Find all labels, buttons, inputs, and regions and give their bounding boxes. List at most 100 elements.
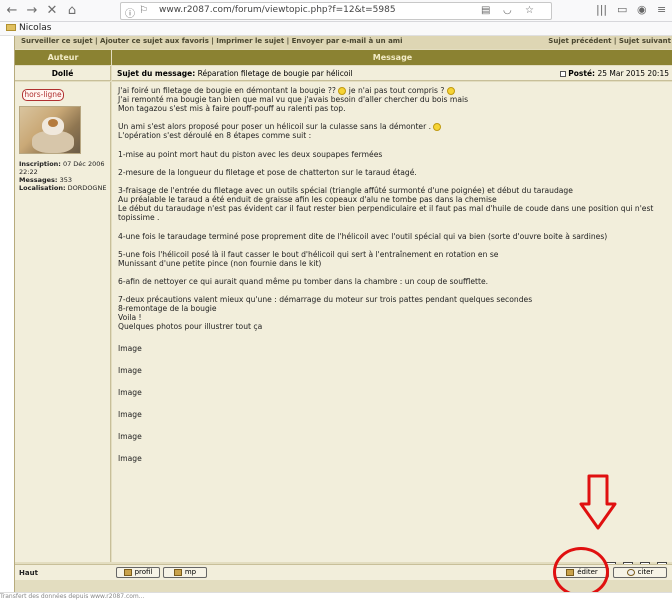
- red-arrow-annotation: [579, 474, 617, 530]
- pocket-icon[interactable]: ◡: [503, 5, 512, 16]
- bookmark-star-icon[interactable]: ☆: [525, 5, 534, 16]
- message-column-header: Message: [112, 50, 672, 65]
- pm-button[interactable]: mp: [163, 567, 207, 578]
- back-icon[interactable]: ←: [4, 3, 20, 19]
- post-line: 6-afin de nettoyer ce qui aurait quand m…: [118, 277, 668, 286]
- post-line-text: J'ai foiré un filetage de bougie en démo…: [118, 86, 339, 95]
- post-subject-row: Sujet du message: Réparation filetage de…: [112, 66, 672, 81]
- pm-icon: [173, 568, 182, 576]
- profile-button[interactable]: profil: [116, 567, 160, 578]
- post-line: 1-mise au point mort haut du piston avec…: [118, 150, 668, 159]
- post-line: 2-mesure de la longueur du filetage et p…: [118, 168, 668, 177]
- localisation-label: Localisation:: [19, 184, 66, 192]
- subject-label: Sujet du message:: [117, 69, 196, 78]
- post-line: Voila !: [118, 313, 668, 322]
- post-line: [118, 113, 668, 122]
- post-line-text: je n'ai pas tout compris ?: [346, 86, 447, 95]
- post-line-text: Quelques photos pour illustrer tout ça: [118, 322, 263, 332]
- post-line: J'ai foiré un filetage de bougie en démo…: [118, 86, 668, 95]
- image-placeholder[interactable]: Image: [118, 448, 668, 470]
- post-line-text: 6-afin de nettoyer ce qui aurait quand m…: [118, 276, 489, 286]
- messages-label: Messages:: [19, 176, 58, 184]
- folder-icon: [6, 24, 16, 31]
- tracking-icon[interactable]: ⚐: [139, 5, 148, 16]
- post-line-text: Au préalable le taraud a été enduit de g…: [118, 195, 497, 205]
- image-placeholder[interactable]: Image: [118, 404, 668, 426]
- reader-icon[interactable]: ▤: [481, 5, 490, 16]
- menu-icon[interactable]: ≡: [657, 3, 666, 16]
- post-line-text: J'ai remonté ma bougie tan bien que mal …: [118, 95, 469, 105]
- browser-toolbar: ← → ✕ ⌂ ⓘ ⚐ www.r2087.com/forum/viewtopi…: [0, 0, 672, 22]
- author-column-header: Auteur: [15, 50, 111, 65]
- info-icon[interactable]: ⓘ: [125, 5, 135, 20]
- post-author-name[interactable]: Dollé: [15, 66, 111, 81]
- profile-icon: [123, 568, 132, 576]
- post-line-text: Munissant d'une petite pince (non fourni…: [118, 258, 322, 268]
- post-line: [118, 241, 668, 250]
- post-line-text: 5-une fois l'hélicoil posé là il faut ca…: [118, 249, 499, 259]
- forward-icon[interactable]: →: [24, 3, 40, 19]
- smiley-icon: [446, 87, 455, 95]
- post-line-text: 2-mesure de la longueur du filetage et p…: [118, 167, 417, 177]
- red-circle-annotation: [553, 547, 609, 597]
- bookmarks-bar: Nicolas: [0, 22, 672, 36]
- sidebar-icon[interactable]: ▭: [617, 3, 627, 16]
- post-line: 7-deux précautions valent mieux qu'une :…: [118, 295, 668, 304]
- post-line-text: 1-mise au point mort haut du piston avec…: [118, 149, 383, 159]
- topic-actions-bar: Surveiller ce sujet | Ajouter ce sujet a…: [15, 36, 672, 49]
- home-icon[interactable]: ⌂: [64, 3, 80, 19]
- post-line-text: Le début du taraudage n'est pas évident …: [118, 204, 656, 223]
- post-line-text: L'opération s'est déroulé en 8 étapes co…: [118, 131, 312, 141]
- post-line: J'ai remonté ma bougie tan bien que mal …: [118, 95, 668, 104]
- localisation-value: DORDOGNE: [67, 184, 107, 192]
- post-line-text: Voila !: [118, 313, 142, 323]
- image-placeholder[interactable]: Image: [118, 360, 668, 382]
- author-info: Inscription: 07 Déc 2006 22:22 Messages:…: [19, 160, 109, 192]
- posted-label: Posté:: [568, 69, 596, 78]
- posted-date-value: 25 Mar 2015 20:15: [597, 69, 669, 78]
- post-subject: Réparation filetage de bougie par hélico…: [197, 69, 353, 78]
- address-bar[interactable]: ⓘ ⚐ www.r2087.com/forum/viewtopic.php?f=…: [120, 2, 552, 20]
- forum-page: Surveiller ce sujet | Ajouter ce sujet a…: [14, 36, 672, 592]
- post-line: 5-une fois l'hélicoil posé là il faut ca…: [118, 250, 668, 259]
- bookmark-folder[interactable]: Nicolas: [6, 23, 51, 33]
- post-line: [118, 286, 668, 295]
- post-line: Un ami s'est alors proposé pour poser un…: [118, 122, 668, 132]
- post-line: Quelques photos pour illustrer tout ça: [118, 322, 668, 331]
- image-placeholder[interactable]: Image: [118, 338, 668, 360]
- post-line: [118, 177, 668, 186]
- post-body: J'ai foiré un filetage de bougie en démo…: [118, 86, 668, 470]
- post-line-text: 3-fraisage de l'entrée du filetage avec …: [118, 186, 573, 196]
- post-line-text: Un ami s'est alors proposé pour poser un…: [118, 122, 434, 132]
- account-icon[interactable]: ◉: [637, 3, 647, 16]
- back-to-top-link[interactable]: Haut: [19, 569, 38, 577]
- post-line: 4-une fois le taraudage terminé pose pro…: [118, 232, 668, 241]
- post-line: [118, 141, 668, 150]
- stop-loading-icon[interactable]: ✕: [44, 3, 60, 19]
- url-text[interactable]: www.r2087.com/forum/viewtopic.php?f=12&t…: [159, 5, 396, 15]
- post-line: Mon tagazou s'est mis à faire pouff-pouf…: [118, 104, 668, 113]
- avatar-cat-patch: [48, 119, 58, 127]
- post-line-text: 8-remontage de la bougie: [118, 304, 217, 314]
- author-panel: hors-ligne Inscription: 07 Déc 2006 22:2…: [15, 82, 111, 562]
- post-line: Au préalable le taraud a été enduit de g…: [118, 195, 668, 204]
- image-placeholder[interactable]: Image: [118, 382, 668, 404]
- post-icons: ! ? ⊘ ✕: [604, 554, 667, 572]
- smiley-icon: [433, 123, 442, 132]
- post-line-text: 4-une fois le taraudage terminé pose pro…: [118, 231, 608, 241]
- post-line: [118, 268, 668, 277]
- quote-label: citer: [637, 568, 654, 576]
- status-badge: hors-ligne: [22, 89, 64, 101]
- quote-button[interactable]: citer: [613, 567, 667, 578]
- library-icon[interactable]: |||: [596, 3, 607, 16]
- avatar: [19, 106, 81, 154]
- post-icon: [559, 71, 566, 77]
- messages-count: 353: [59, 176, 73, 184]
- image-placeholder[interactable]: Image: [118, 426, 668, 448]
- post-line: [118, 222, 668, 231]
- topic-actions-left[interactable]: Surveiller ce sujet | Ajouter ce sujet a…: [21, 37, 402, 45]
- profile-label: profil: [134, 568, 153, 576]
- status-bar: Transfert des données depuis www.r2087.c…: [0, 592, 672, 601]
- topic-nav-links[interactable]: Sujet précédent | Sujet suivant: [548, 36, 671, 46]
- quote-icon: [626, 568, 635, 576]
